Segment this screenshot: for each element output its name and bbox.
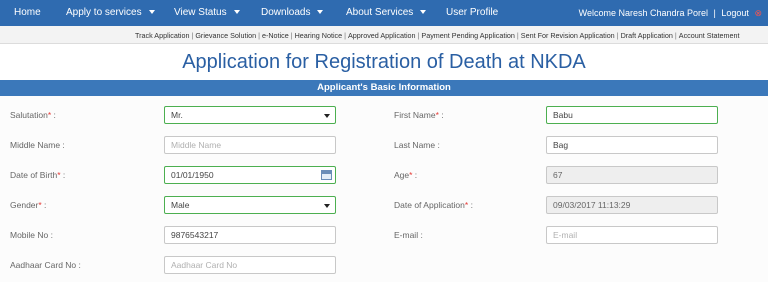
nav-home[interactable]: Home bbox=[14, 7, 41, 18]
nav-downloads[interactable]: Downloads bbox=[261, 7, 324, 18]
last-name-input[interactable]: Bag bbox=[546, 136, 718, 154]
subnav-link[interactable]: Account Statement bbox=[679, 31, 740, 40]
nav-user-profile[interactable]: User Profile bbox=[446, 7, 498, 18]
required-asterisk: * bbox=[38, 200, 42, 210]
salutation-select[interactable]: Mr. bbox=[164, 106, 336, 124]
salutation-label-text: Salutation bbox=[10, 110, 48, 120]
required-asterisk: * bbox=[409, 170, 413, 180]
chevron-down-icon bbox=[324, 204, 330, 208]
subnav-links: Track Application | Grievance Solution | e-N… bbox=[135, 31, 740, 40]
chevron-down-icon bbox=[324, 114, 330, 118]
nav-downloads-label: Downloads bbox=[261, 7, 311, 18]
subnav-link[interactable]: Sent For Revision Application bbox=[521, 31, 615, 40]
middle-name-input[interactable]: Middle Name bbox=[164, 136, 336, 154]
gender-label-text: Gender bbox=[10, 200, 39, 210]
nav-apply-to-services[interactable]: Apply to services bbox=[66, 7, 155, 18]
welcome-text: Welcome Naresh Chandra Porel bbox=[578, 8, 709, 18]
subnav-separator: | bbox=[290, 31, 293, 40]
email-input[interactable]: E-mail bbox=[546, 226, 718, 244]
dob-label: Date of Birth* : bbox=[10, 170, 66, 180]
dob-value: 01/01/1950 bbox=[171, 170, 214, 180]
chevron-down-icon bbox=[317, 10, 324, 15]
page-title: Application for Registration of Death at… bbox=[182, 51, 586, 73]
nav-view-status-label: View Status bbox=[174, 7, 227, 18]
salutation-label: Salutation* : bbox=[10, 110, 56, 120]
welcome-area: Welcome Naresh Chandra Porel | Logout ⊗ bbox=[578, 8, 762, 18]
subnav-separator: | bbox=[344, 31, 347, 40]
dob-input[interactable]: 01/01/1950 bbox=[164, 166, 336, 184]
required-asterisk: * bbox=[57, 170, 61, 180]
subnav-link[interactable]: Grievance Solution bbox=[195, 31, 256, 40]
section-header: Applicant's Basic Information bbox=[0, 80, 768, 96]
logout-link[interactable]: Logout bbox=[721, 8, 749, 18]
subnav-link[interactable]: Draft Application bbox=[621, 31, 673, 40]
required-asterisk: * bbox=[435, 110, 439, 120]
first-name-label: First Name* : bbox=[394, 110, 444, 120]
mobile-label: Mobile No : bbox=[10, 230, 53, 240]
subnav-link[interactable]: Payment Pending Application bbox=[421, 31, 515, 40]
aadhaar-label: Aadhaar Card No : bbox=[10, 260, 81, 270]
salutation-value: Mr. bbox=[171, 110, 183, 120]
nav-view-status[interactable]: View Status bbox=[174, 7, 240, 18]
first-name-label-text: First Name bbox=[394, 110, 436, 120]
gender-select[interactable]: Male bbox=[164, 196, 336, 214]
sub-navigation-bar: Track Application | Grievance Solution | e-N… bbox=[0, 26, 768, 44]
dob-label-text: Date of Birth bbox=[10, 170, 58, 180]
subnav-link[interactable]: e-Notice bbox=[262, 31, 289, 40]
mobile-input[interactable]: 9876543217 bbox=[164, 226, 336, 244]
chevron-down-icon bbox=[148, 10, 155, 15]
age-label: Age* : bbox=[394, 170, 418, 180]
subnav-separator: | bbox=[417, 31, 420, 40]
email-label: E-mail : bbox=[394, 230, 423, 240]
chevron-down-icon bbox=[420, 10, 427, 15]
first-name-input[interactable]: Babu bbox=[546, 106, 718, 124]
date-of-application-input: 09/03/2017 11:13:29 bbox=[546, 196, 718, 214]
subnav-link[interactable]: Approved Application bbox=[348, 31, 416, 40]
applicant-form: Salutation* : Mr. First Name* : Babu Mid… bbox=[0, 96, 768, 282]
chevron-down-icon bbox=[233, 10, 240, 15]
required-asterisk: * bbox=[464, 200, 469, 210]
subnav-separator: | bbox=[258, 31, 260, 40]
required-asterisk: * bbox=[47, 110, 52, 120]
age-input: 67 bbox=[546, 166, 718, 184]
middle-name-label: Middle Name : bbox=[10, 140, 65, 150]
date-of-application-label: Date of Application* : bbox=[394, 200, 473, 210]
nav-about-services[interactable]: About Services bbox=[346, 7, 427, 18]
aadhaar-input[interactable]: Aadhaar Card No bbox=[164, 256, 336, 274]
date-of-application-label-text: Date of Application bbox=[394, 200, 465, 210]
nav-apply-label: Apply to services bbox=[66, 7, 142, 18]
subnav-link[interactable]: Track Application bbox=[135, 31, 189, 40]
nav-about-label: About Services bbox=[346, 7, 414, 18]
gender-value: Male bbox=[171, 200, 190, 210]
age-label-text: Age bbox=[394, 170, 410, 180]
subnav-separator: | bbox=[191, 31, 194, 40]
subnav-separator: | bbox=[516, 31, 519, 40]
logout-icon[interactable]: ⊗ bbox=[754, 8, 762, 18]
top-navigation-bar: Home Apply to services View Status Downl… bbox=[0, 0, 768, 26]
subnav-separator: | bbox=[616, 31, 619, 40]
subnav-separator: | bbox=[674, 31, 677, 40]
last-name-label: Last Name : bbox=[394, 140, 440, 150]
subnav-link[interactable]: Hearing Notice bbox=[295, 31, 343, 40]
gender-label: Gender* : bbox=[10, 200, 47, 210]
calendar-icon[interactable] bbox=[321, 170, 332, 180]
